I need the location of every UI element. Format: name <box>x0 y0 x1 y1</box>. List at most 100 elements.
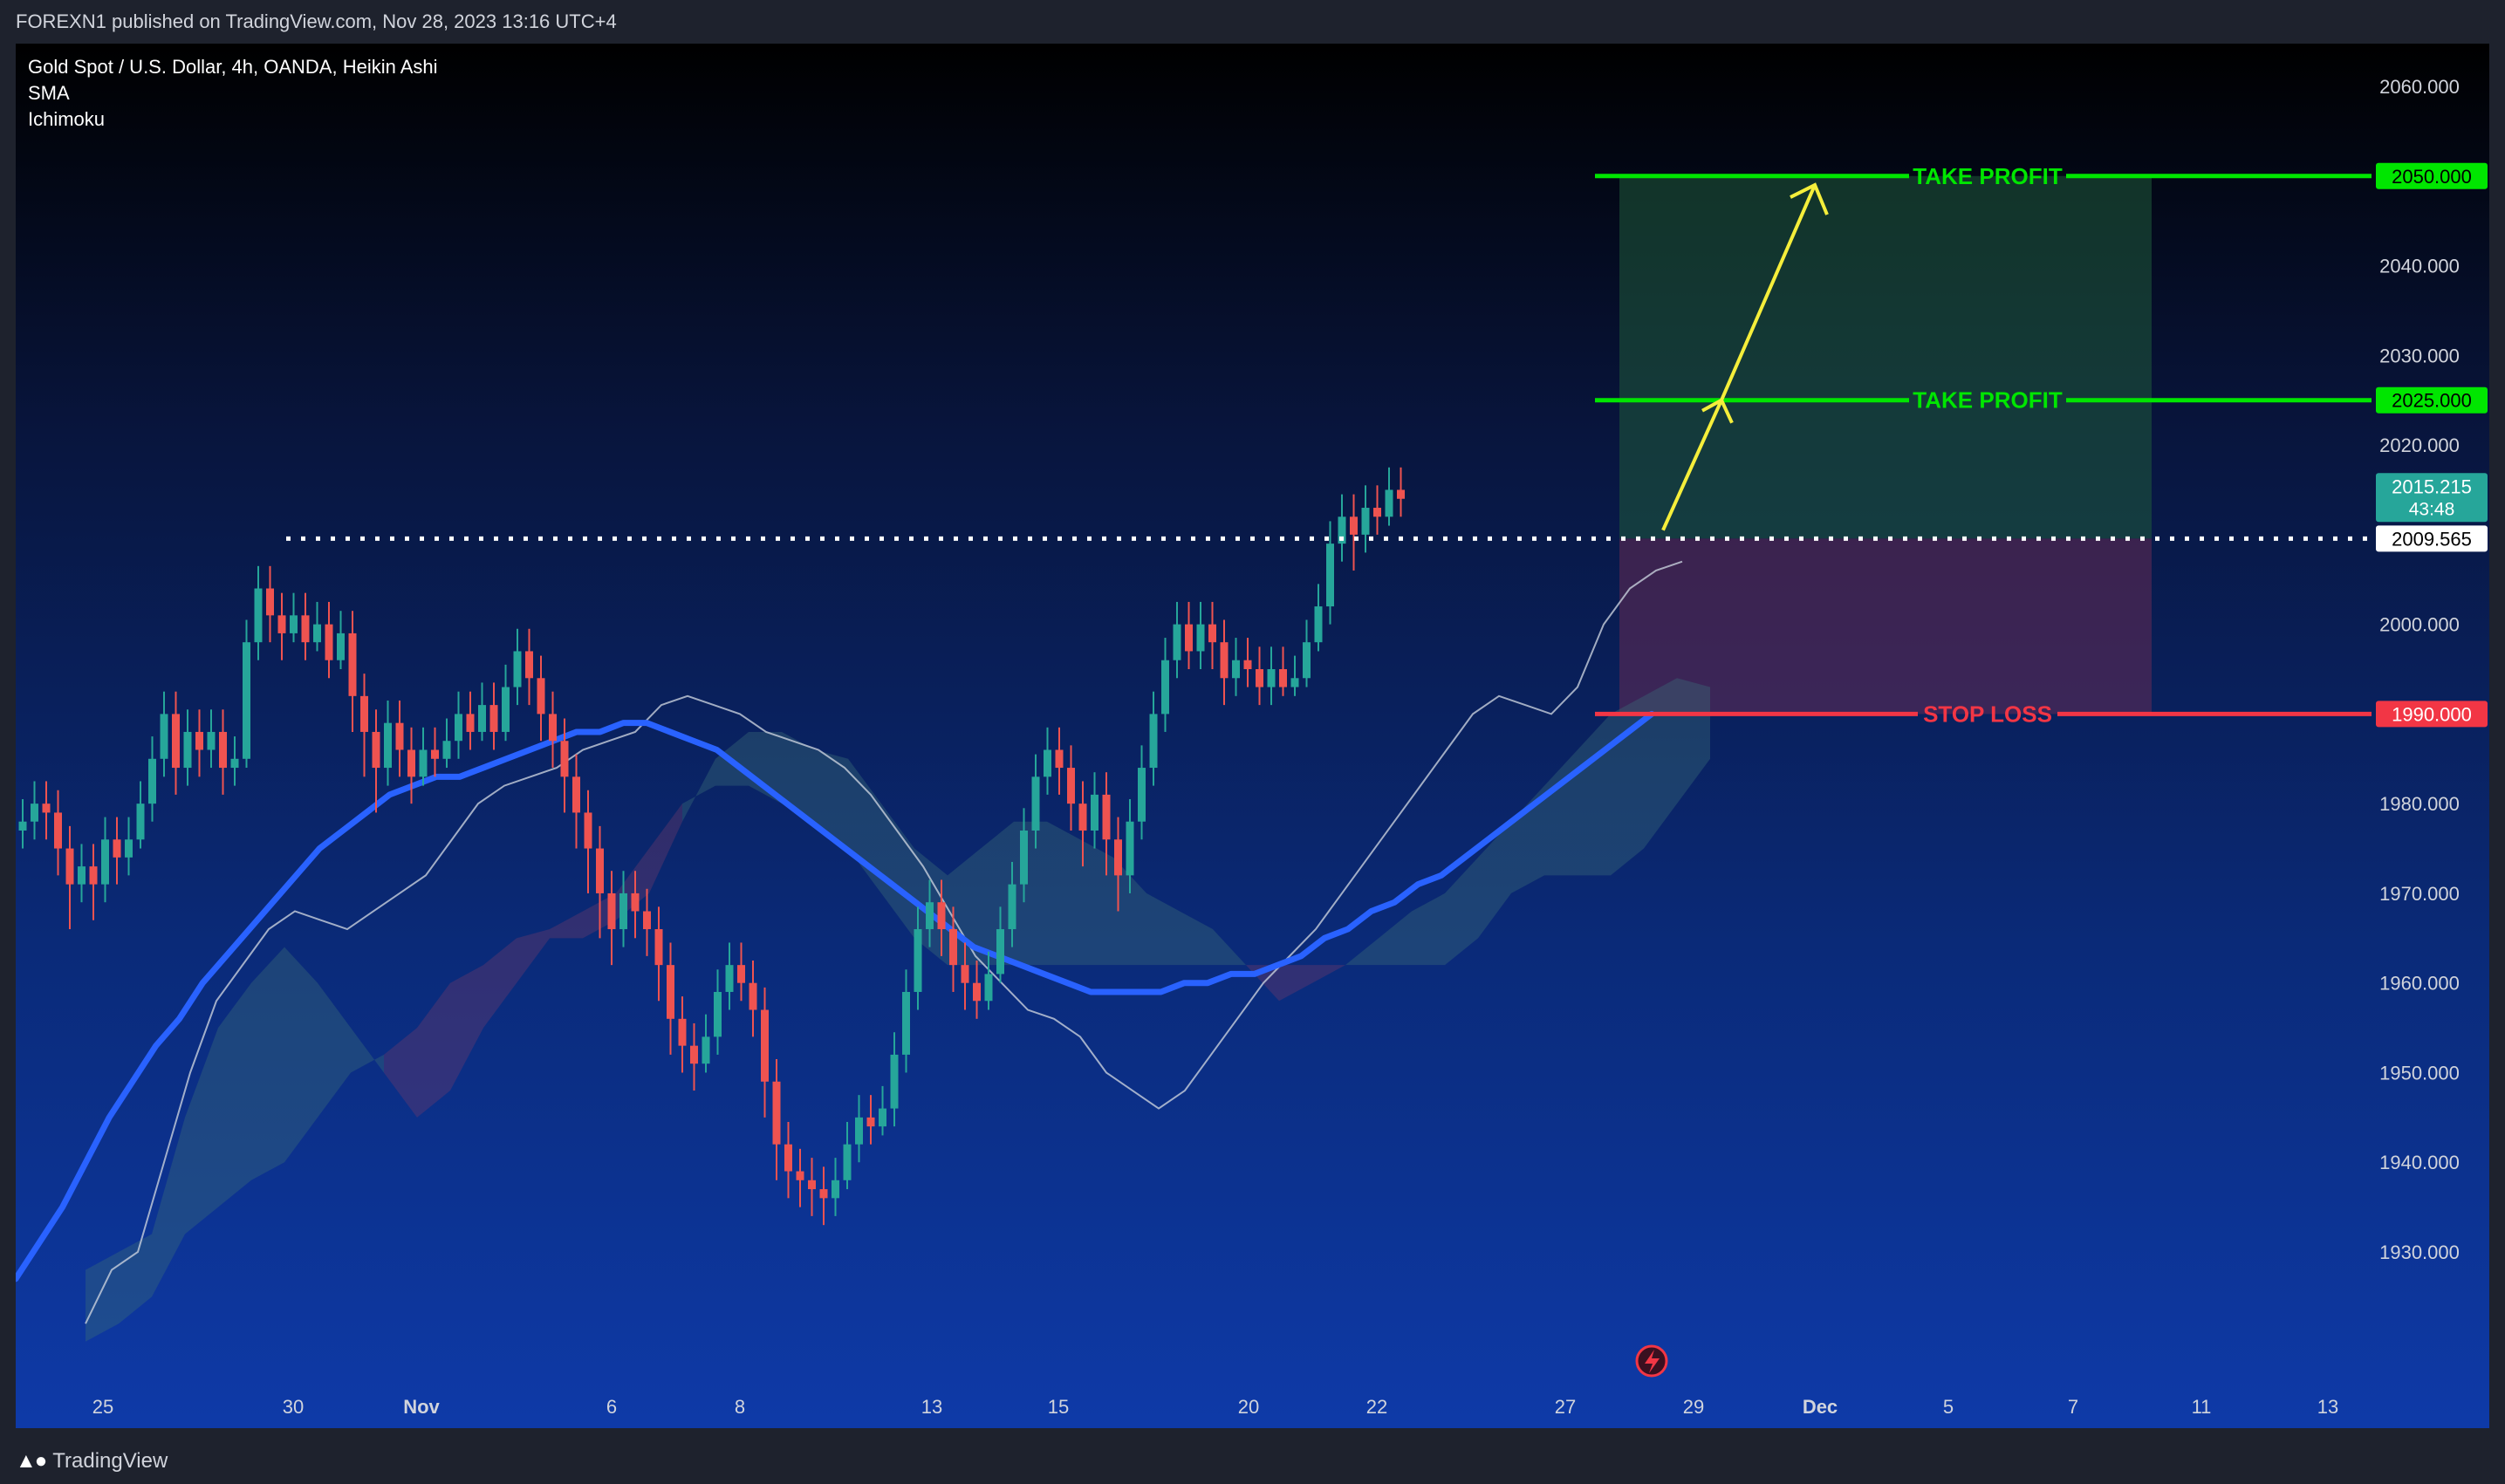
candle-body <box>277 615 286 633</box>
candle-body <box>879 1108 886 1127</box>
candle-body <box>984 974 993 1002</box>
x-tick-label: 27 <box>1555 1396 1576 1418</box>
candle-body <box>678 1018 687 1046</box>
candle-body <box>572 776 580 813</box>
candle-body <box>65 848 74 885</box>
candle-body <box>502 687 510 732</box>
x-tick-label: Nov <box>403 1396 440 1418</box>
candle-body <box>949 929 957 966</box>
chart-area[interactable]: TAKE PROFIT TAKE PROFIT STOP LOSS 2060.000… <box>12 44 2489 1428</box>
candle-body <box>195 731 203 750</box>
x-tick-label: 8 <box>735 1396 745 1418</box>
candle-body <box>431 749 439 759</box>
candle-body <box>1185 624 1193 652</box>
candle-body <box>584 812 592 849</box>
candle-body <box>419 749 428 777</box>
candle-body <box>1326 544 1334 607</box>
candle-body <box>207 731 216 750</box>
stop-loss-price-tag: 1990.000 <box>2392 703 2472 725</box>
ichimoku-cloud-segment <box>1080 839 1113 966</box>
tradingview-logo[interactable]: ▲● TradingView <box>16 1449 168 1474</box>
legend-ichimoku[interactable]: Ichimoku <box>28 108 105 130</box>
countdown-label: 43:48 <box>2409 499 2455 519</box>
candle-body <box>348 633 357 696</box>
candle-body <box>455 714 462 742</box>
candle-body <box>737 965 745 983</box>
candle-body <box>996 929 1004 975</box>
candle-body <box>1208 624 1216 643</box>
level-price-tag: 2009.565 <box>2392 528 2472 550</box>
candle-body <box>654 929 663 966</box>
candle-body <box>136 804 145 840</box>
candle-body <box>113 839 121 858</box>
candle-body <box>407 749 415 777</box>
legend-sma[interactable]: SMA <box>28 82 70 104</box>
candle-body <box>372 731 380 769</box>
x-tick-label: 5 <box>1943 1396 1954 1418</box>
publish-header: FOREXN1 published on TradingView.com, No… <box>0 0 2505 44</box>
candle-body <box>513 651 522 687</box>
candle-body <box>643 911 651 930</box>
candle-body <box>667 965 674 1019</box>
candle-body <box>243 642 250 759</box>
candle-body <box>914 929 922 992</box>
candle-body <box>125 839 133 858</box>
candle-body <box>148 758 156 804</box>
candle-body <box>926 902 934 930</box>
take-profit-price-tag: 2050.000 <box>2392 166 2472 188</box>
candle-body <box>749 982 757 1010</box>
candle-body <box>183 731 192 769</box>
candle-body <box>325 624 333 660</box>
candle-body <box>1267 669 1276 687</box>
y-tick-label: 1950.000 <box>2379 1062 2460 1084</box>
candle-body <box>1055 749 1064 769</box>
candle-body <box>254 588 263 643</box>
y-tick-label: 1980.000 <box>2379 793 2460 815</box>
candle-body <box>1243 660 1252 670</box>
candle-body <box>1397 489 1405 499</box>
candle-body <box>1091 794 1099 831</box>
candle-body <box>266 588 274 616</box>
candle-body <box>219 731 227 769</box>
candle-body <box>54 812 62 849</box>
candle-body <box>961 965 969 983</box>
candle-body <box>761 1009 769 1082</box>
candle-body <box>31 804 38 822</box>
candle-body <box>902 991 910 1055</box>
tradingview-logo-icon: ▲● <box>16 1448 47 1473</box>
candle-body <box>395 722 404 750</box>
y-tick-label: 1960.000 <box>2379 973 2460 995</box>
candle-body <box>796 1171 804 1180</box>
candle-body <box>1149 714 1158 769</box>
candle-body <box>1161 660 1169 715</box>
x-tick-label: 7 <box>2068 1396 2078 1418</box>
profit-zone <box>1619 175 2152 539</box>
x-tick-label: 11 <box>2192 1396 2212 1418</box>
candle-body <box>537 678 545 715</box>
publish-note: FOREXN1 published on TradingView.com, No… <box>16 10 617 32</box>
candle-body <box>1067 768 1075 804</box>
lightning-icon[interactable] <box>1635 1344 1668 1378</box>
price-chart[interactable]: TAKE PROFIT TAKE PROFIT STOP LOSS 2060.000… <box>12 44 2489 1428</box>
candle-body <box>301 615 310 643</box>
x-tick-label: 29 <box>1683 1396 1704 1418</box>
x-tick-label: 13 <box>921 1396 942 1418</box>
candle-body <box>1385 489 1393 517</box>
x-tick-label: 25 <box>92 1396 113 1418</box>
brand-text: TradingView <box>52 1448 168 1473</box>
candle-body <box>772 1081 781 1145</box>
candle-body <box>18 821 27 831</box>
candle-body <box>337 633 345 660</box>
footer: ▲● TradingView <box>0 1438 2505 1484</box>
candle-body <box>1290 678 1299 687</box>
ichimoku-cloud-segment <box>251 947 284 1180</box>
candle-body <box>1303 642 1311 679</box>
take-profit-label: TAKE PROFIT <box>1913 163 2063 189</box>
candle-body <box>489 705 498 732</box>
take-profit-price-tag: 2025.000 <box>2392 390 2472 412</box>
candle-body <box>478 705 486 732</box>
candle-body <box>525 651 533 679</box>
x-tick-label: 20 <box>1238 1396 1259 1418</box>
candle-body <box>808 1180 816 1190</box>
candle-body <box>1314 606 1323 643</box>
